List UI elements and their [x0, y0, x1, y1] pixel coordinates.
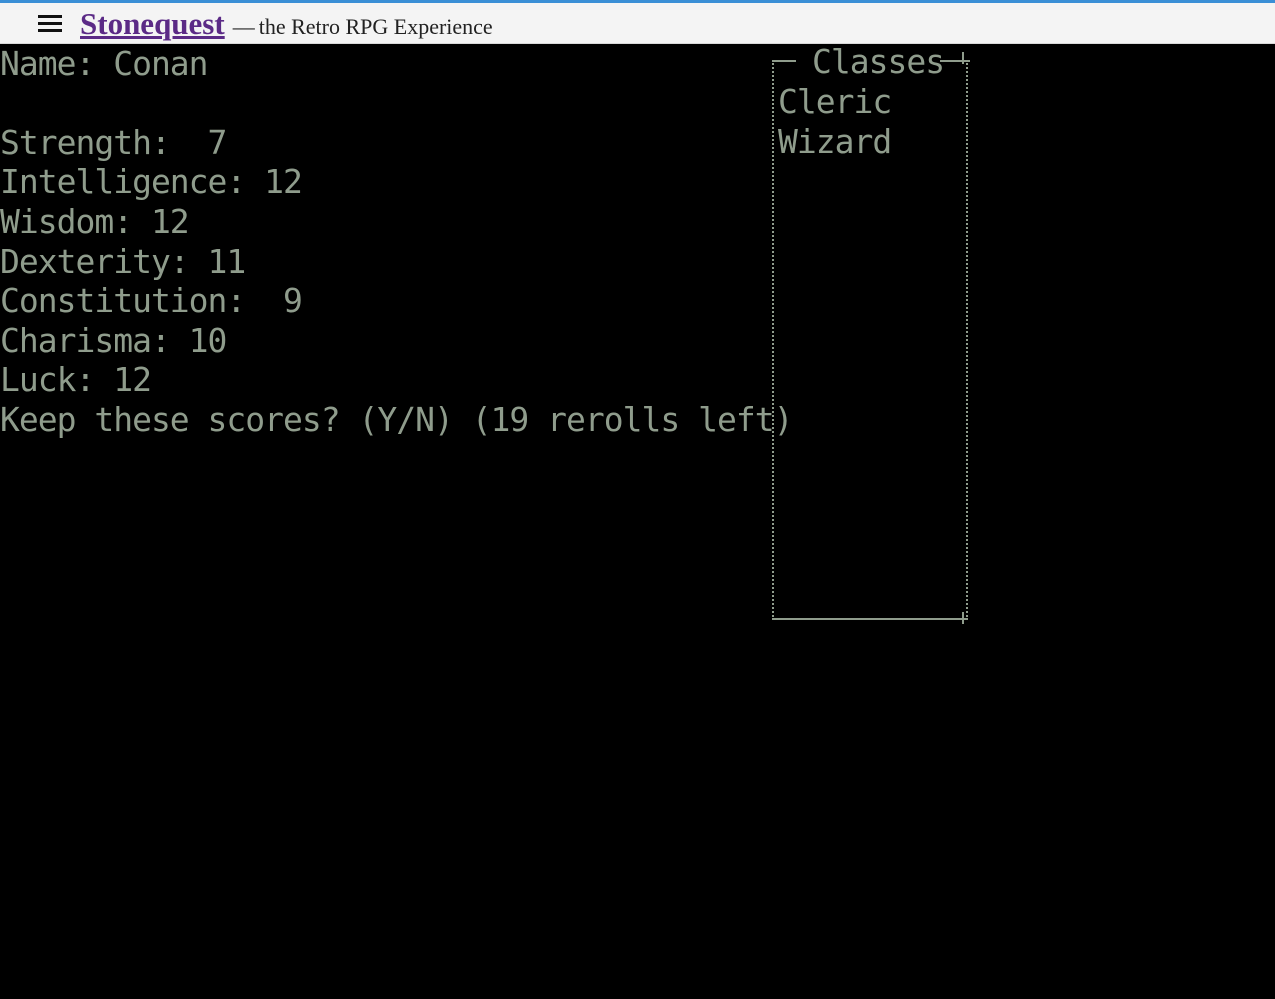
panel-corner-bottom-right [962, 612, 964, 624]
character-name-line: Name: Conan [0, 44, 209, 83]
class-option-wizard[interactable]: Wizard [778, 122, 892, 162]
stat-intelligence: Intelligence: 12 [0, 162, 303, 201]
reroll-prompt: Keep these scores? (Y/N) (19 rerolls lef… [0, 400, 793, 439]
panel-corner-top-right [962, 52, 964, 64]
class-option-cleric[interactable]: Cleric [778, 82, 892, 122]
brand-link[interactable]: Stonequest [80, 6, 225, 41]
site-brand: Stonequest — the Retro RPG Experience [80, 5, 493, 45]
stat-dexterity: Dexterity: 11 [0, 242, 246, 281]
stat-charisma: Charisma: 10 [0, 321, 227, 360]
stat-wisdom: Wisdom: 12 [0, 202, 190, 241]
hamburger-menu-icon[interactable] [36, 13, 64, 35]
brand-tagline: the Retro RPG Experience [258, 14, 493, 39]
stat-strength: Strength: 7 [0, 123, 227, 162]
game-terminal[interactable]: Name: Conan Strength: 7 Intelligence: 12… [0, 42, 1275, 999]
classes-panel-title: Classes [812, 42, 945, 81]
stat-constitution: Constitution: 9 [0, 281, 303, 320]
panel-border-top-right [940, 60, 970, 62]
panel-border-top-left [772, 60, 796, 62]
top-bar: Stonequest — the Retro RPG Experience [0, 0, 1275, 44]
stat-luck: Luck: 12 [0, 360, 152, 399]
brand-separator: — [232, 14, 255, 39]
